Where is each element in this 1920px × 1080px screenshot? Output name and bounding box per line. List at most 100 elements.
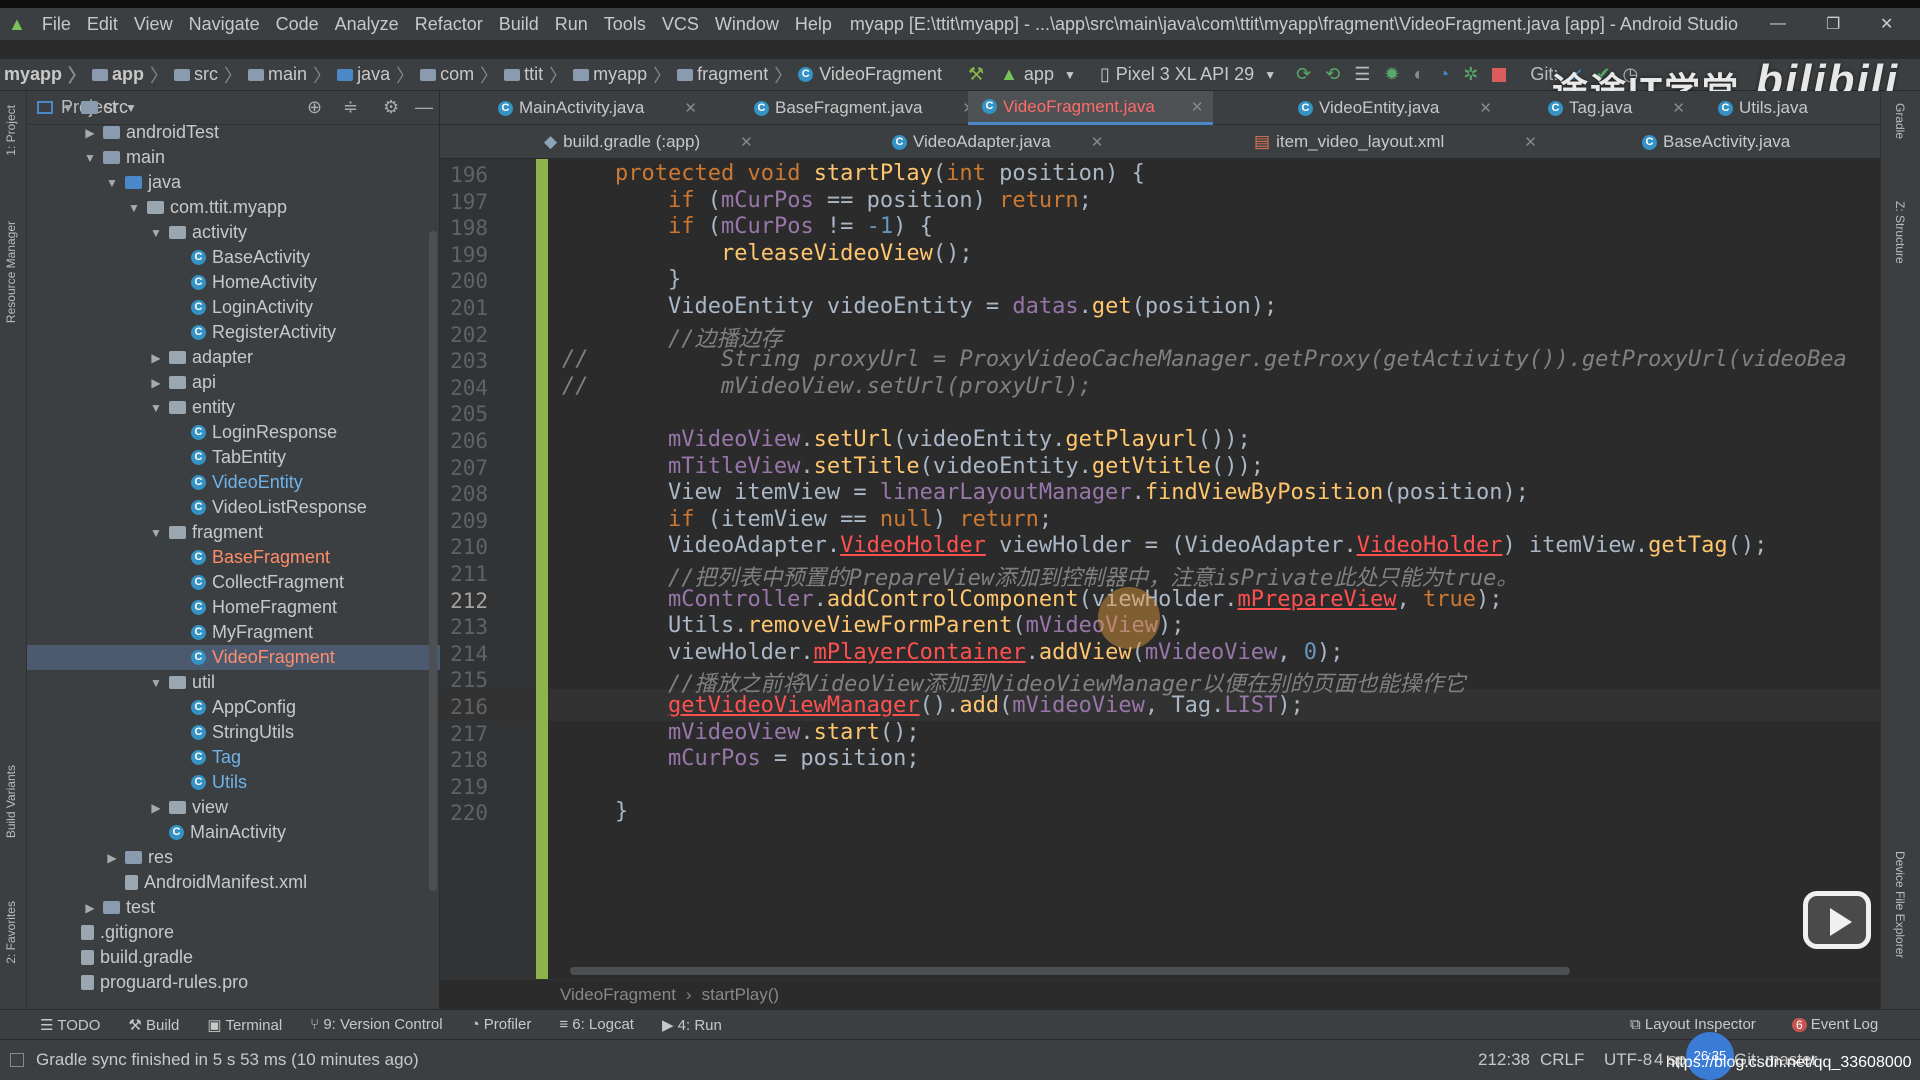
- caret-position[interactable]: 212:38: [1478, 1050, 1530, 1070]
- hide-panel-icon[interactable]: —: [415, 97, 433, 118]
- code-line[interactable]: if (mCurPos != -1) {: [562, 214, 933, 239]
- tool-window-build-variants[interactable]: Build Variants: [4, 765, 18, 838]
- editor-breadcrumb-method[interactable]: startPlay(): [702, 985, 779, 1005]
- line-separator[interactable]: CRLF: [1540, 1050, 1584, 1070]
- close-tab-icon[interactable]: ✕: [1091, 133, 1104, 151]
- tool-build[interactable]: ⚒ Build: [128, 1016, 179, 1034]
- tool-window-gradle[interactable]: Gradle: [1893, 103, 1907, 139]
- tree-item[interactable]: ▼ java: [105, 170, 181, 195]
- code-editor[interactable]: 196 197 198 199 200 201 202 203 204 205 206 207 208 2…: [440, 159, 1880, 979]
- tree-item[interactable]: ▶ res: [105, 845, 173, 870]
- status-message[interactable]: Gradle sync finished in 5 s 53 ms (10 mi…: [36, 1050, 419, 1070]
- editor-breadcrumb-class[interactable]: VideoFragment: [560, 985, 676, 1005]
- tool-logcat[interactable]: ≡ 6: Logcat: [559, 1016, 634, 1033]
- code-line[interactable]: View itemView = linearLayoutManager.find…: [562, 480, 1529, 505]
- close-tab-icon[interactable]: ✕: [740, 133, 753, 151]
- tab-baseactivity[interactable]: CBaseActivity.java✕: [1628, 125, 1899, 159]
- tree-item[interactable]: C CollectFragment: [171, 570, 344, 595]
- code-line[interactable]: viewHolder.mPlayerContainer.addView(mVid…: [562, 640, 1344, 665]
- minimize-icon[interactable]: —: [1770, 15, 1786, 33]
- collapse-arrow-icon[interactable]: ▶: [83, 901, 97, 915]
- code-line[interactable]: mCurPos = position;: [562, 746, 920, 771]
- status-toggle-icon[interactable]: [10, 1053, 24, 1067]
- tree-item[interactable]: ▼ src: [61, 95, 128, 120]
- tree-item[interactable]: C BaseFragment: [171, 545, 330, 570]
- tool-layout-inspector[interactable]: ⧉ Layout Inspector: [1630, 1016, 1756, 1033]
- tree-item[interactable]: C LoginResponse: [171, 420, 337, 445]
- code-line[interactable]: if (itemView == null) return;: [562, 507, 1052, 532]
- breadcrumb-ttit[interactable]: ttit 〉: [504, 62, 567, 88]
- restore-icon[interactable]: ❐: [1826, 14, 1840, 34]
- tool-run[interactable]: ▶ 4: Run: [662, 1016, 722, 1034]
- tab-build-gradle[interactable]: ◆ build.gradle (:app) ✕: [530, 125, 753, 159]
- tree-item[interactable]: ▶ adapter: [149, 345, 253, 370]
- menu-window[interactable]: Window: [707, 14, 787, 35]
- tree-item[interactable]: C VideoEntity: [171, 470, 303, 495]
- breadcrumb-java[interactable]: java 〉: [337, 62, 414, 88]
- code-line[interactable]: mController.addControlComponent(viewHold…: [562, 587, 1503, 612]
- tab-item-video-layout[interactable]: ▤ item_video_layout.xml ✕: [1240, 125, 1537, 159]
- collapse-arrow-icon[interactable]: ▶: [105, 851, 119, 865]
- code-line[interactable]: if (mCurPos == position) return;: [562, 188, 1092, 213]
- run-config-select[interactable]: ▲ app ▼: [1000, 64, 1076, 85]
- code-line[interactable]: getVideoViewManager().add(mVideoView, Ta…: [562, 693, 1304, 718]
- tree-item[interactable]: build.gradle: [61, 945, 193, 970]
- tree-item[interactable]: C VideoListResponse: [171, 495, 367, 520]
- menu-build[interactable]: Build: [491, 14, 547, 35]
- tree-item[interactable]: C RegisterActivity: [171, 320, 336, 345]
- tool-window-structure[interactable]: Z: Structure: [1893, 201, 1907, 264]
- expand-arrow-icon[interactable]: ▼: [149, 676, 163, 690]
- breadcrumb-main[interactable]: main 〉: [248, 62, 331, 88]
- menu-code[interactable]: Code: [268, 14, 327, 35]
- code-line[interactable]: releaseVideoView();: [562, 241, 973, 266]
- tree-item[interactable]: C LoginActivity: [171, 295, 313, 320]
- tool-window-favorites[interactable]: 2: Favorites: [4, 901, 18, 964]
- tab-videoentity[interactable]: C VideoEntity.java ✕: [1284, 91, 1492, 125]
- collapse-arrow-icon[interactable]: ▶: [83, 126, 97, 140]
- tree-item[interactable]: C HomeActivity: [171, 270, 317, 295]
- expand-arrow-icon[interactable]: ▼: [105, 176, 119, 190]
- tool-profiler[interactable]: ◔ Profiler: [471, 1016, 532, 1033]
- menu-navigate[interactable]: Navigate: [181, 14, 268, 35]
- tree-item[interactable]: proguard-rules.pro: [61, 970, 248, 995]
- code-line[interactable]: VideoAdapter.VideoHolder viewHolder = (V…: [562, 533, 1767, 558]
- code-line[interactable]: mVideoView.start();: [562, 720, 920, 745]
- tree-item[interactable]: ▼ fragment: [149, 520, 263, 545]
- tree-item[interactable]: C MainActivity: [149, 820, 286, 845]
- menu-tools[interactable]: Tools: [596, 14, 654, 35]
- tree-item[interactable]: C BaseActivity: [171, 245, 310, 270]
- tree-item[interactable]: .gitignore: [61, 920, 174, 945]
- expand-arrow-icon[interactable]: ▼: [149, 226, 163, 240]
- collapse-all-icon[interactable]: ≑: [343, 97, 358, 118]
- profile-icon[interactable]: ◔: [1438, 64, 1449, 85]
- breadcrumb-src[interactable]: src 〉: [174, 62, 242, 88]
- menu-edit[interactable]: Edit: [79, 14, 126, 35]
- tree-scrollbar[interactable]: [429, 231, 437, 891]
- coverage-icon[interactable]: ◐: [1414, 64, 1425, 85]
- code-line[interactable]: mVideoView.setUrl(videoEntity.getPlayurl…: [562, 427, 1251, 452]
- debug-icon[interactable]: ✹: [1384, 64, 1399, 85]
- tree-item[interactable]: C Utils: [171, 770, 247, 795]
- menu-analyze[interactable]: Analyze: [327, 14, 407, 35]
- tool-terminal[interactable]: ▣ Terminal: [207, 1016, 282, 1034]
- collapse-arrow-icon[interactable]: ▶: [149, 376, 163, 390]
- expand-arrow-icon[interactable]: ▼: [83, 151, 97, 165]
- tree-item[interactable]: AndroidManifest.xml: [105, 870, 307, 895]
- locate-icon[interactable]: ⊕: [307, 97, 322, 118]
- close-tab-icon[interactable]: ✕: [1524, 133, 1537, 151]
- collapse-arrow-icon[interactable]: ▶: [149, 801, 163, 815]
- apply-changes-icon[interactable]: ⟳: [1296, 64, 1311, 85]
- tree-item[interactable]: ▼ entity: [149, 395, 235, 420]
- play-icon[interactable]: [1803, 891, 1871, 949]
- close-tab-icon[interactable]: ✕: [1191, 98, 1204, 116]
- tab-basefragment[interactable]: CBaseFragment.java✕: [740, 91, 975, 125]
- hammer-icon[interactable]: ⚒: [968, 64, 984, 85]
- tool-window-resource-manager[interactable]: Resource Manager: [4, 221, 18, 323]
- device-select[interactable]: ▯ Pixel 3 XL API 29 ▼: [1100, 64, 1276, 85]
- horizontal-scrollbar[interactable]: [570, 967, 1570, 975]
- breadcrumb-com[interactable]: com 〉: [420, 62, 498, 88]
- code-line[interactable]: // mVideoView.setUrl(proxyUrl);: [562, 374, 1092, 399]
- gear-icon[interactable]: ⚙: [383, 97, 399, 118]
- breadcrumb-videofragment[interactable]: C VideoFragment: [798, 64, 942, 85]
- close-window-icon[interactable]: ✕: [1880, 14, 1893, 34]
